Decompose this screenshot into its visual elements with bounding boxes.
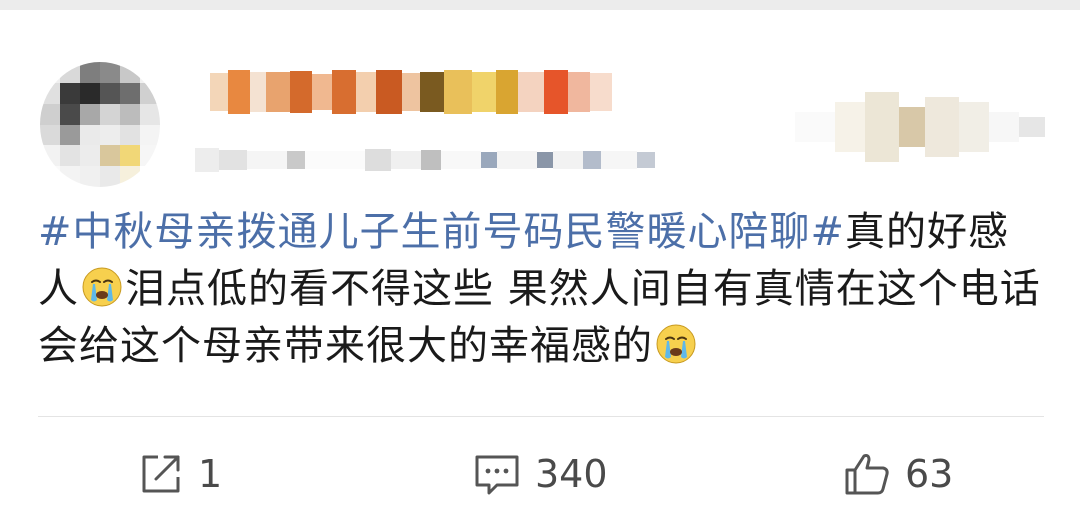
repost-button[interactable]: 1 xyxy=(138,444,222,504)
avatar[interactable] xyxy=(40,62,160,187)
post-text-part2: 泪点低的看不得这些 果然人间自有真情在这个电话会给这个母亲带来很大的幸福感的 xyxy=(38,266,1041,369)
comment-count: 340 xyxy=(535,452,608,496)
like-button[interactable]: 63 xyxy=(843,444,953,504)
like-count: 63 xyxy=(905,452,954,496)
share-icon xyxy=(142,455,180,493)
hashtag-link[interactable]: #中秋母亲拨通儿子生前号码民警暖心陪聊# xyxy=(38,209,845,255)
username-blurred[interactable] xyxy=(210,62,612,122)
repost-count: 1 xyxy=(198,452,223,496)
follow-area-blurred[interactable] xyxy=(795,72,1055,182)
crying-face-icon xyxy=(82,267,122,307)
divider xyxy=(38,416,1044,417)
top-separator xyxy=(0,0,1080,10)
comment-icon xyxy=(475,455,519,495)
comment-button[interactable]: 340 xyxy=(473,444,608,504)
thumbs-up-icon xyxy=(845,454,889,495)
weibo-post-card: #中秋母亲拨通儿子生前号码民警暖心陪聊#真的好感人 泪点低的看不得这些 果然人间… xyxy=(0,10,1080,510)
post-meta-blurred xyxy=(195,140,655,180)
post-text: #中秋母亲拨通儿子生前号码民警暖心陪聊#真的好感人 泪点低的看不得这些 果然人间… xyxy=(38,204,1048,375)
crying-face-icon xyxy=(656,324,696,364)
